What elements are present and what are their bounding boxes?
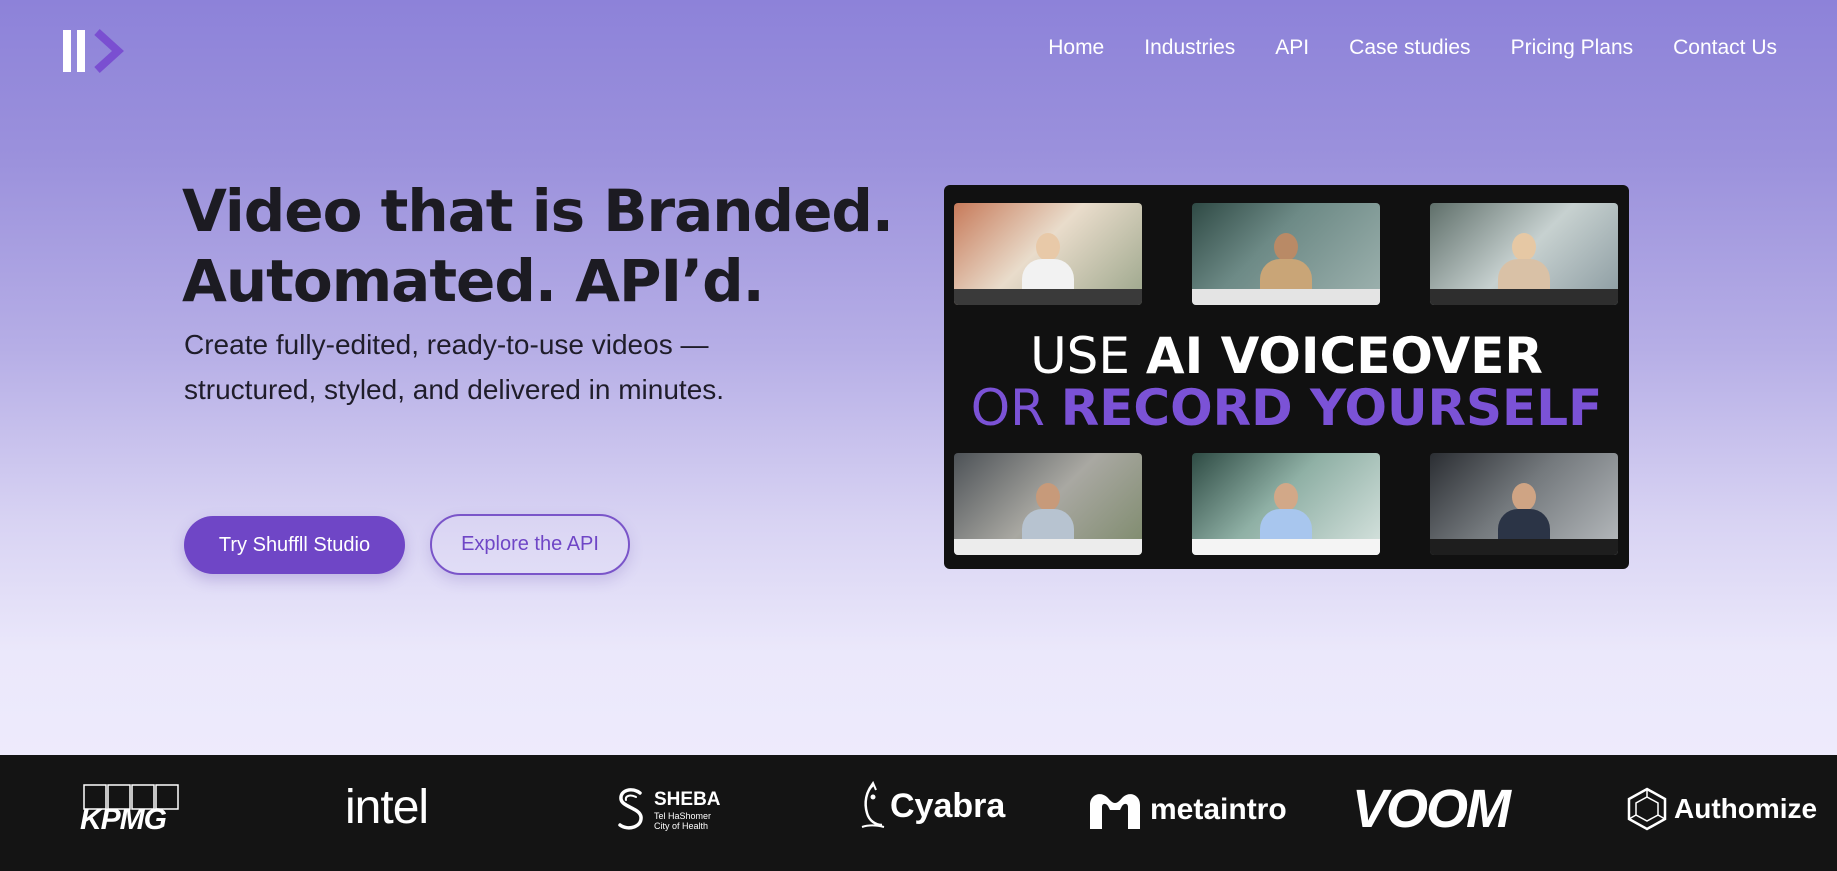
logo-icon (63, 29, 124, 73)
hero-subtitle: Create fully-edited, ready-to-use videos… (184, 322, 824, 412)
hero-title-line-1: Video that is Branded. (182, 177, 894, 245)
client-logos: KPMG intel SHEBA Tel HaShomer City of He… (0, 755, 1837, 871)
authomize-hexagon-icon (1627, 787, 1667, 831)
hero-subtitle-line-1: Create fully-edited, ready-to-use videos… (184, 329, 709, 360)
sheba-wordmark: SHEBA (654, 788, 721, 810)
intel-wordmark: intel (345, 781, 429, 834)
metaintro-wordmark: metaintro (1150, 793, 1287, 826)
nav-pricing-plans[interactable]: Pricing Plans (1511, 36, 1634, 60)
cyabra-logo: Cyabra (858, 781, 1005, 831)
kpmg-logo: KPMG (78, 783, 188, 836)
video-caption-light-1: USE (1030, 327, 1146, 385)
nav-home[interactable]: Home (1048, 36, 1104, 60)
metaintro-logo: metaintro (1086, 789, 1287, 831)
video-thumbnail (954, 453, 1142, 555)
kpmg-wordmark: KPMG (80, 803, 167, 836)
explore-api-button[interactable]: Explore the API (430, 514, 630, 575)
intel-logo: intel (345, 781, 429, 835)
voom-logo: VOOM (1352, 779, 1511, 839)
hero-video[interactable]: USE AI VOICEOVER OR RECORD YOURSELF (944, 185, 1629, 569)
authomize-logo: Authomize (1626, 787, 1817, 831)
video-thumbnail (1192, 453, 1380, 555)
video-caption-line-2: OR RECORD YOURSELF (944, 379, 1629, 437)
hero-subtitle-line-2: structured, styled, and delivered in min… (184, 374, 725, 405)
hero-title-line-2: Automated. API’d. (182, 247, 765, 315)
nav-api[interactable]: API (1275, 36, 1309, 60)
cyabra-wordmark: Cyabra (890, 786, 1006, 825)
nav-industries[interactable]: Industries (1144, 36, 1235, 60)
video-thumbnail (1430, 203, 1618, 305)
sheba-tagline-2: City of Health (654, 820, 709, 831)
hero-title: Video that is Branded. Automated. API’d. (182, 176, 902, 316)
sheba-s-icon (618, 788, 643, 830)
video-thumbnail (1430, 453, 1618, 555)
video-caption-bold-1: AI VOICEOVER (1145, 327, 1543, 385)
metaintro-m-icon (1090, 794, 1140, 829)
sheba-logo: SHEBA Tel HaShomer City of Health (614, 787, 721, 833)
sheba-tagline-1: Tel HaShomer (654, 810, 712, 821)
nav-contact-us[interactable]: Contact Us (1673, 36, 1777, 60)
video-thumbnail (1192, 203, 1380, 305)
nav-case-studies[interactable]: Case studies (1349, 36, 1470, 60)
video-caption-line-1: USE AI VOICEOVER (944, 327, 1629, 385)
video-caption-bold-2: RECORD YOURSELF (1060, 379, 1603, 437)
video-thumbnail (954, 203, 1142, 305)
video-caption-light-2: OR (970, 379, 1061, 437)
voom-wordmark: VOOM (1352, 779, 1511, 839)
authomize-wordmark: Authomize (1674, 793, 1818, 824)
logo[interactable] (62, 28, 126, 74)
try-studio-button[interactable]: Try Shuffll Studio (184, 516, 405, 574)
main-nav: Home Industries API Case studies Pricing… (1048, 36, 1777, 60)
cyabra-owl-icon (861, 781, 885, 828)
